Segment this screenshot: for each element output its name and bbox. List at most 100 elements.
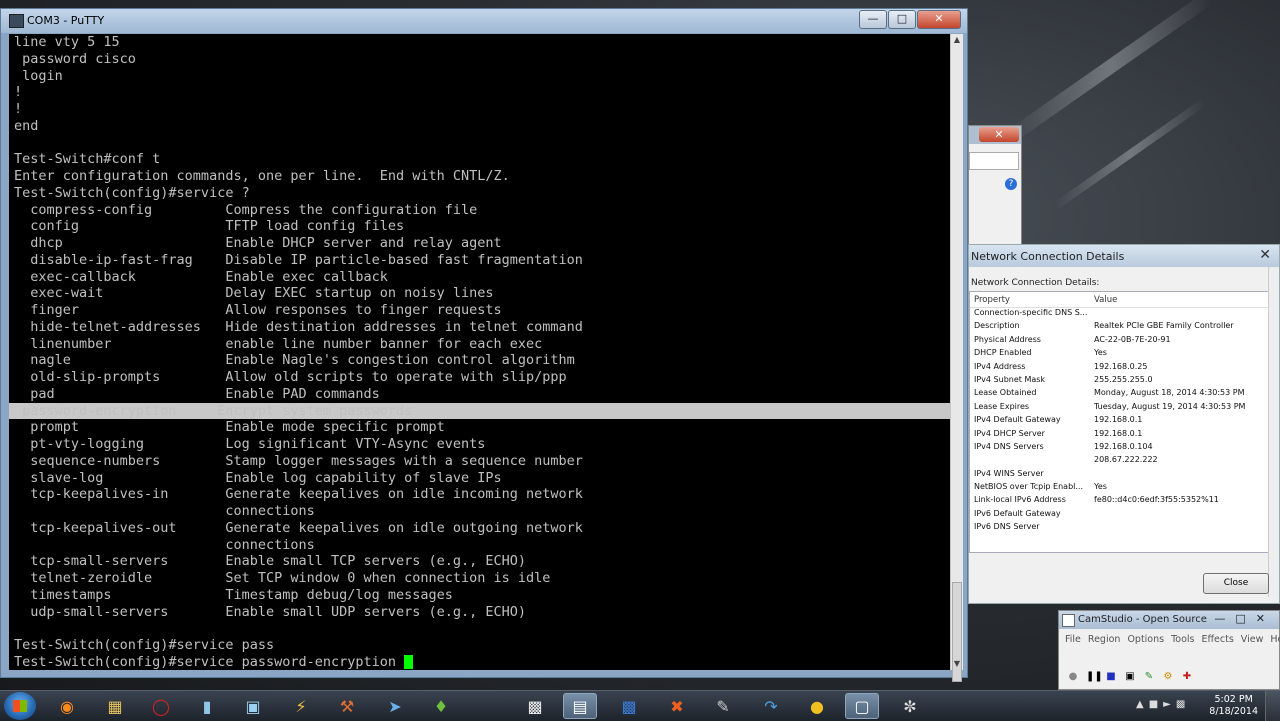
putty-app-icon[interactable] (9, 14, 24, 28)
value-cell: 208.67.222.222 (1094, 455, 1158, 465)
property-cell: IPv4 Subnet Mask (974, 374, 1046, 384)
tool-icon[interactable]: ⚒ (330, 693, 364, 719)
window-app-icon[interactable]: ▢ (845, 693, 879, 719)
region-icon[interactable]: ▣ (1124, 671, 1136, 683)
property-cell: IPv6 DNS Server (974, 522, 1040, 532)
settings-icon[interactable]: ⚙ (1162, 671, 1174, 683)
clock[interactable]: 5:02 PM 8/18/2014 (1209, 694, 1258, 718)
camstudio-title: CamStudio - Open Source (1078, 614, 1207, 625)
record-icon[interactable]: ● (1067, 671, 1079, 683)
pause-icon[interactable]: ❚❚ (1086, 671, 1103, 683)
menu-item-help[interactable]: Help (1270, 634, 1280, 645)
maximize-button[interactable]: □ (888, 10, 916, 29)
value-cell: Tuesday, August 19, 2014 4:30:53 PM (1094, 401, 1246, 411)
column-header-property[interactable]: Property (970, 292, 1090, 307)
yellow-app-icon[interactable]: ● (800, 693, 834, 719)
network-details-title: Network Connection Details (971, 250, 1125, 263)
menu-item-effects[interactable]: Effects (1202, 634, 1234, 645)
value-cell: 192.168.0.25 (1094, 361, 1148, 371)
menu-item-file[interactable]: File (1065, 634, 1081, 645)
list-item[interactable]: Link-local IPv6 Address fe80::d4c0:6edf:3… (970, 495, 1268, 508)
opera-icon[interactable]: ◯ (144, 693, 178, 719)
list-item[interactable]: Lease Expires Tuesday, August 19, 2014 4:… (970, 402, 1268, 415)
folder-icon[interactable]: ▦ (98, 693, 132, 719)
scroll-up-icon[interactable]: ▲ (951, 34, 963, 46)
list-item[interactable]: IPv6 DNS Server (970, 522, 1268, 535)
property-cell: IPv4 DHCP Server (974, 428, 1045, 438)
close-icon[interactable]: ✕ (1259, 247, 1271, 263)
value-cell: 192.168.0.1 (1094, 415, 1143, 425)
value-cell: Yes (1094, 348, 1107, 358)
putty-titlebar[interactable]: COM3 - PuTTY — □ ✕ (1, 9, 967, 33)
minimize-button[interactable]: — (859, 10, 887, 29)
value-cell: 255.255.255.0 (1094, 374, 1153, 384)
list-item[interactable]: IPv4 Subnet Mask 255.255.255.0 (970, 375, 1268, 388)
desktop-wallpaper-streak (1053, 99, 1207, 209)
list-item[interactable]: NetBIOS over Tcpip Enabl... Yes (970, 482, 1268, 495)
property-cell: Connection-specific DNS S... (974, 308, 1088, 317)
cursor-icon[interactable]: ✚ (1181, 671, 1193, 683)
filezilla-icon[interactable]: ⚡ (284, 693, 318, 719)
cmd-icon[interactable]: ▩ (518, 693, 552, 719)
list-item[interactable]: IPv4 DNS Servers 192.168.0.104 (970, 442, 1268, 455)
menu-item-region[interactable]: Region (1088, 634, 1121, 645)
show-desktop-button[interactable] (1265, 691, 1280, 721)
list-item[interactable]: IPv6 Default Gateway (970, 509, 1268, 522)
terminal-area[interactable]: line vty 5 15 password cisco login ! ! e… (9, 34, 950, 670)
stop-icon[interactable]: ■ (1105, 671, 1117, 683)
taskbar: ◉ ▦ ◯ ▮ ▣ ⚡ ⚒ ➤ ♦ ▩ ▤ ▩ ✖ ✎ ↷ ● ▢ ✼ ▲■►▩… (0, 690, 1280, 721)
notepad-icon[interactable]: ▮ (190, 693, 224, 719)
list-item[interactable]: 208.67.222.222 (970, 455, 1268, 468)
network-details-titlebar[interactable]: Network Connection Details ✕ (969, 245, 1279, 267)
camstudio-titlebar[interactable]: CamStudio - Open Source —□✕ (1059, 611, 1279, 629)
terminal-app-icon[interactable]: ↷ (754, 693, 788, 719)
network-icon[interactable]: ▣ (236, 693, 270, 719)
paint-icon[interactable]: ✎ (706, 693, 740, 719)
search-box[interactable] (969, 152, 1019, 170)
network-details-list[interactable]: Property Value Connection-specific DNS S… (969, 291, 1269, 553)
start-button[interactable] (4, 692, 36, 720)
property-cell: Physical Address (974, 334, 1041, 344)
list-item[interactable]: IPv4 WINS Server (970, 469, 1268, 482)
column-header-value[interactable]: Value (1090, 292, 1117, 307)
close-button[interactable]: ✕ (917, 10, 961, 29)
app-blue-icon[interactable]: ▩ (612, 693, 646, 719)
property-cell: Lease Expires (974, 401, 1030, 411)
list-item[interactable]: Physical Address AC-22-0B-7E-20-91 (970, 335, 1268, 348)
network-details-scrollbar[interactable] (1268, 267, 1279, 597)
list-item[interactable]: IPv4 DHCP Server 192.168.0.1 (970, 429, 1268, 442)
network-details-label: Network Connection Details: (971, 278, 1100, 288)
camstudio-window: CamStudio - Open Source —□✕ File Region Op… (1058, 610, 1280, 690)
background-window-close-button[interactable]: ✕ (979, 127, 1019, 142)
xampp-icon[interactable]: ✖ (660, 693, 694, 719)
arrow-app-icon[interactable]: ➤ (378, 693, 412, 719)
value-cell (1090, 509, 1094, 522)
menu-item-options[interactable]: Options (1127, 634, 1164, 645)
list-item[interactable]: DHCP Enabled Yes (970, 348, 1268, 361)
value-cell: 192.168.0.104 (1094, 441, 1153, 451)
list-item[interactable]: IPv4 Address 192.168.0.25 (970, 362, 1268, 375)
puzzle-icon[interactable]: ♦ (424, 693, 458, 719)
camstudio-app-icon (1062, 614, 1075, 627)
scroll-down-icon[interactable]: ▼ (951, 658, 963, 670)
menu-item-view[interactable]: View (1241, 634, 1264, 645)
list-item[interactable]: Description Realtek PCIe GBE Family Contr… (970, 321, 1268, 334)
terminal-prompt-line: Test-Switch(config)#service password-enc… (9, 654, 950, 670)
list-item[interactable]: Connection-specific DNS S... (970, 308, 1268, 321)
menu-item-tools[interactable]: Tools (1171, 634, 1194, 645)
firefox-icon[interactable]: ◉ (50, 693, 84, 719)
terminal-scrollbar[interactable]: ▲ ▼ (950, 34, 963, 682)
list-item[interactable]: IPv4 Default Gateway 192.168.0.1 (970, 415, 1268, 428)
property-cell: DHCP Enabled (974, 348, 1032, 358)
annotation-icon[interactable]: ✎ (1143, 671, 1155, 683)
camstudio-taskbar-icon[interactable]: ✼ (893, 693, 927, 719)
close-button[interactable]: Close (1203, 573, 1269, 594)
putty-taskbar-icon[interactable]: ▤ (563, 693, 597, 719)
network-details-window: Network Connection Details ✕ Network Con… (968, 244, 1280, 604)
tray-icons[interactable]: ▲■►▩ (1136, 699, 1190, 710)
camstudio-window-controls[interactable]: —□✕ (1214, 612, 1275, 625)
help-icon[interactable]: ? (1005, 178, 1017, 190)
system-tray: ▲■►▩ 5:02 PM 8/18/2014 (1130, 691, 1280, 721)
putty-window: COM3 - PuTTY — □ ✕ line vty 5 15 passwor… (0, 8, 968, 682)
list-item[interactable]: Lease Obtained Monday, August 18, 2014 4:… (970, 388, 1268, 401)
